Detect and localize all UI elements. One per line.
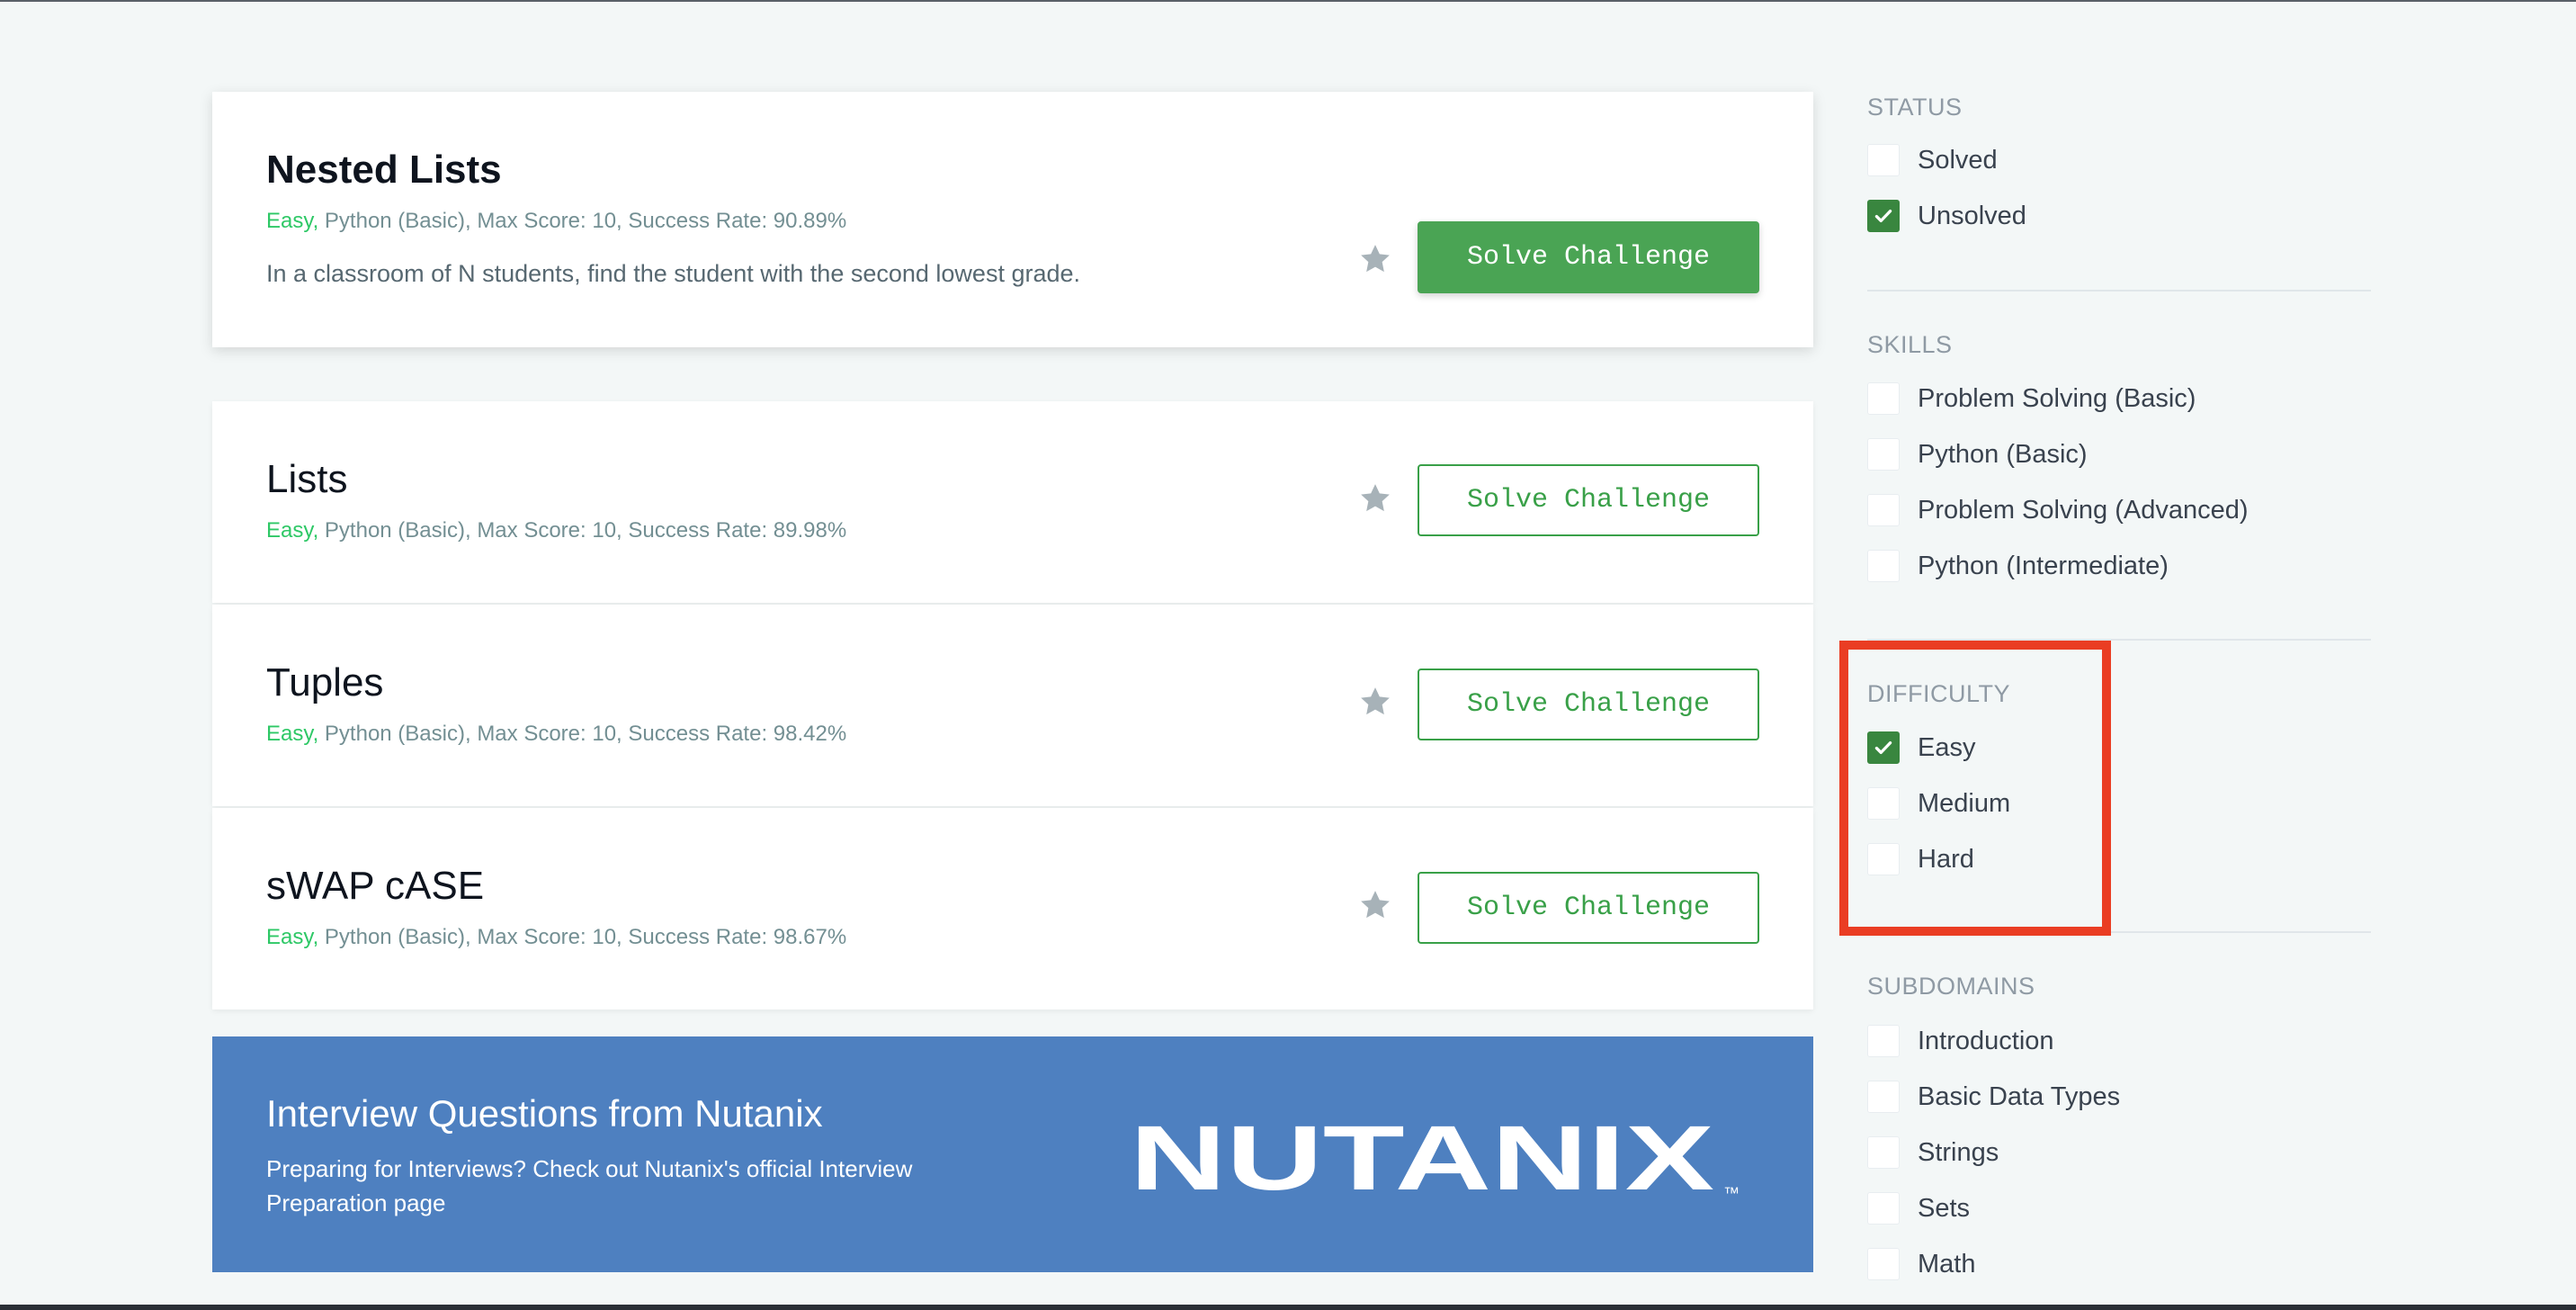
- filter-python-basic[interactable]: Python (Basic): [1867, 436, 2088, 472]
- challenge-card-nested-lists[interactable]: Nested Lists Easy, Python (Basic), Max S…: [212, 92, 1813, 347]
- filter-python-intermediate[interactable]: Python (Intermediate): [1867, 548, 2169, 584]
- star-icon[interactable]: [1357, 480, 1393, 516]
- filter-heading-difficulty: DIFFICULTY: [1867, 680, 2010, 707]
- filter-introduction[interactable]: Introduction: [1867, 1023, 2054, 1059]
- difficulty-label: Easy,: [266, 722, 319, 746]
- checkbox[interactable]: [1867, 1025, 1900, 1057]
- challenge-title[interactable]: Lists: [266, 457, 347, 502]
- challenge-card-swap-case[interactable]: sWAP cASE Easy, Python (Basic), Max Scor…: [212, 808, 1813, 1009]
- checkbox[interactable]: [1867, 1248, 1900, 1280]
- difficulty-label: Easy,: [266, 209, 319, 233]
- difficulty-label: Easy,: [266, 518, 319, 543]
- challenge-card-lists[interactable]: Lists Easy, Python (Basic), Max Score: 1…: [212, 401, 1813, 603]
- filter-divider: [1867, 931, 2371, 933]
- solve-challenge-button[interactable]: Solve Challenge: [1418, 872, 1759, 944]
- difficulty-label: Easy,: [266, 925, 319, 949]
- filter-label: Python (Intermediate): [1918, 551, 2169, 580]
- challenge-card-tuples[interactable]: Tuples Easy, Python (Basic), Max Score: …: [212, 605, 1813, 806]
- star-icon[interactable]: [1357, 684, 1393, 720]
- checkbox[interactable]: [1867, 438, 1900, 471]
- challenge-meta: Easy, Python (Basic), Max Score: 10, Suc…: [266, 209, 846, 234]
- filter-label: Python (Basic): [1918, 439, 2088, 469]
- filter-basic-data-types[interactable]: Basic Data Types: [1867, 1079, 2120, 1115]
- star-icon[interactable]: [1357, 887, 1393, 923]
- interview-banner[interactable]: Interview Questions from Nutanix Prepari…: [212, 1036, 1813, 1272]
- checkbox[interactable]: [1867, 1136, 1900, 1169]
- filter-medium[interactable]: Medium: [1867, 785, 2010, 821]
- nutanix-logo: NUTANIX ™: [1130, 1108, 1759, 1206]
- filter-heading-status: STATUS: [1867, 94, 1963, 121]
- checkbox-checked[interactable]: [1867, 200, 1900, 232]
- checkbox[interactable]: [1867, 494, 1900, 526]
- filter-label: Solved: [1918, 145, 1998, 175]
- filter-label: Hard: [1918, 844, 1974, 874]
- checkbox[interactable]: [1867, 550, 1900, 582]
- filter-label: Medium: [1918, 788, 2011, 818]
- filter-label: Basic Data Types: [1918, 1081, 2121, 1111]
- checkbox[interactable]: [1867, 843, 1900, 875]
- filter-label: Math: [1918, 1249, 1976, 1279]
- challenge-meta-text: Python (Basic), Max Score: 10, Success R…: [318, 925, 847, 949]
- filter-math[interactable]: Math: [1867, 1246, 1975, 1282]
- banner-title: Interview Questions from Nutanix: [266, 1092, 823, 1135]
- filter-unsolved[interactable]: Unsolved: [1867, 198, 2026, 234]
- challenge-meta: Easy, Python (Basic), Max Score: 10, Suc…: [266, 722, 846, 747]
- challenge-meta: Easy, Python (Basic), Max Score: 10, Suc…: [266, 925, 846, 950]
- filter-sets[interactable]: Sets: [1867, 1190, 1970, 1226]
- challenge-meta-text: Python (Basic), Max Score: 10, Success R…: [318, 209, 847, 233]
- filter-heading-subdomains: SUBDOMAINS: [1867, 973, 2035, 1000]
- star-icon[interactable]: [1357, 241, 1393, 277]
- challenge-description: In a classroom of N students, find the s…: [266, 260, 1081, 287]
- filter-label: Introduction: [1918, 1026, 2054, 1055]
- challenge-meta-text: Python (Basic), Max Score: 10, Success R…: [318, 722, 847, 746]
- filter-divider: [1867, 639, 2371, 641]
- checkbox[interactable]: [1867, 1192, 1900, 1225]
- logo-text: NUTANIX: [1130, 1108, 1714, 1206]
- filter-label: Strings: [1918, 1137, 1999, 1167]
- window-bottom-border: [0, 1305, 2576, 1310]
- logo-trademark: ™: [1723, 1184, 1740, 1202]
- filter-problem-solving-basic[interactable]: Problem Solving (Basic): [1867, 381, 2196, 417]
- filter-label: Sets: [1918, 1193, 1971, 1223]
- filter-hard[interactable]: Hard: [1867, 841, 1974, 877]
- challenge-title[interactable]: Tuples: [266, 660, 383, 705]
- filter-easy[interactable]: Easy: [1867, 730, 1975, 766]
- solve-challenge-button[interactable]: Solve Challenge: [1418, 464, 1759, 536]
- filter-solved[interactable]: Solved: [1867, 142, 1998, 178]
- solve-challenge-button[interactable]: Solve Challenge: [1418, 668, 1759, 740]
- filter-label: Problem Solving (Basic): [1918, 383, 2196, 413]
- check-icon: [1874, 209, 1892, 223]
- checkbox[interactable]: [1867, 382, 1900, 415]
- filter-strings[interactable]: Strings: [1867, 1135, 1999, 1171]
- banner-text: Preparing for Interviews? Check out Nuta…: [266, 1155, 913, 1216]
- filter-label: Easy: [1918, 732, 1976, 762]
- filter-divider: [1867, 290, 2371, 292]
- filter-label: Problem Solving (Advanced): [1918, 495, 2249, 525]
- checkbox[interactable]: [1867, 1081, 1900, 1113]
- check-icon: [1874, 740, 1892, 755]
- filter-problem-solving-advanced[interactable]: Problem Solving (Advanced): [1867, 492, 2249, 528]
- filter-label: Unsolved: [1918, 201, 2026, 230]
- window-top-border: [0, 0, 2576, 2]
- challenge-title[interactable]: Nested Lists: [266, 148, 502, 193]
- challenge-meta: Easy, Python (Basic), Max Score: 10, Suc…: [266, 518, 846, 543]
- checkbox-checked[interactable]: [1867, 731, 1900, 764]
- challenge-meta-text: Python (Basic), Max Score: 10, Success R…: [318, 518, 847, 543]
- solve-challenge-button[interactable]: Solve Challenge: [1418, 221, 1759, 293]
- checkbox[interactable]: [1867, 787, 1900, 820]
- checkbox[interactable]: [1867, 144, 1900, 176]
- challenge-title[interactable]: sWAP cASE: [266, 864, 484, 909]
- filter-heading-skills: SKILLS: [1867, 331, 1953, 358]
